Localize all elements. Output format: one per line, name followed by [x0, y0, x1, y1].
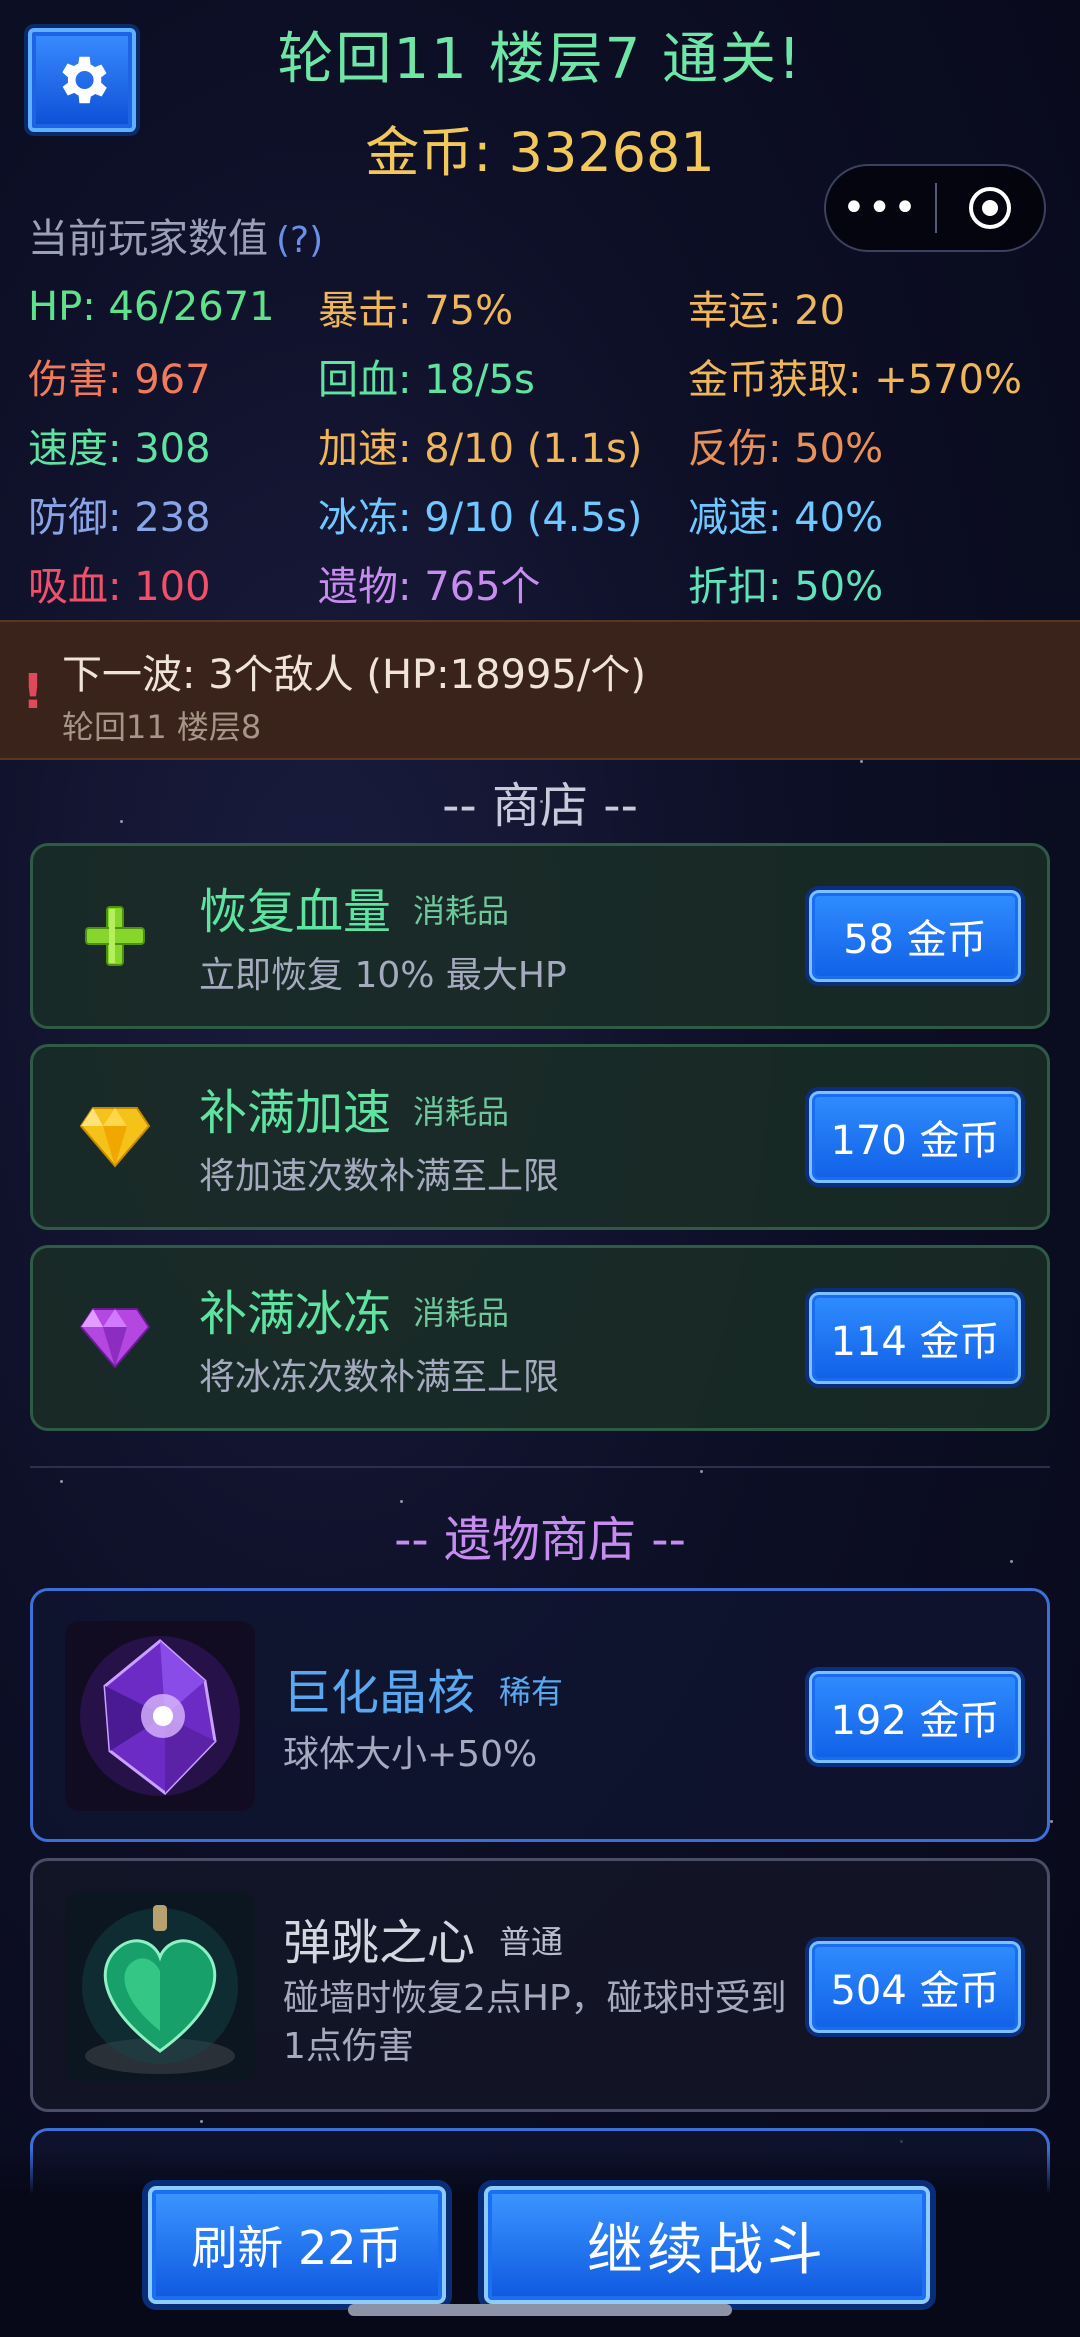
stats-heading: 当前玩家数值 (?): [28, 206, 323, 264]
relic-rarity: 普通: [499, 1923, 564, 1961]
next-wave-text: 下一波: 3个敌人 (HP:18995/个): [62, 652, 646, 698]
alert-icon: !: [22, 664, 44, 720]
refresh-shop-button[interactable]: 刷新 22币: [148, 2186, 446, 2304]
relic-desc: 碰墙时恢复2点HP，碰球时受到1点伤害: [283, 1978, 787, 2067]
item-desc: 立即恢复 10% 最大HP: [199, 955, 567, 996]
section-divider: [30, 1466, 1050, 1468]
close-button[interactable]: [937, 184, 1044, 232]
stat-value: 幸运: 20: [688, 287, 846, 334]
shop-title: -- 商店 --: [442, 778, 638, 834]
item-tag: 消耗品: [413, 1093, 510, 1131]
buy-button[interactable]: 170 金币: [809, 1091, 1021, 1183]
stat-value: 减速: 40%: [688, 494, 884, 541]
stat-row: HP: 46/2671 暴击: 75% 幸运: 20: [28, 272, 1068, 341]
relic-desc: 球体大小+50%: [283, 1734, 538, 1775]
buy-button[interactable]: 504 金币: [809, 1941, 1021, 2033]
more-dots-icon[interactable]: •••: [826, 188, 935, 228]
buy-button[interactable]: 114 金币: [809, 1292, 1021, 1384]
item-tag: 消耗品: [413, 892, 510, 930]
shop-item-restore-hp: 恢复血量 消耗品 立即恢复 10% 最大HP 58 金币: [30, 843, 1050, 1029]
stat-value: 冰冻: 9/10 (4.5s): [318, 494, 643, 541]
stat-row: 伤害: 967 回血: 18/5s 金币获取: +570%: [28, 341, 1068, 410]
stat-value: 防御: 238: [28, 494, 211, 541]
stat-value: 加速: 8/10 (1.1s): [318, 425, 643, 472]
relic-item-giant-core: 巨化晶核 稀有 球体大小+50% 192 金币: [30, 1588, 1050, 1842]
purple-crystal-core-image: [65, 1621, 255, 1811]
page-title: 轮回11 楼层7 通关!: [277, 27, 803, 92]
shop-item-refill-speed: 补满加速 消耗品 将加速次数补满至上限 170 金币: [30, 1044, 1050, 1230]
stat-value: 反伤: 50%: [688, 425, 884, 472]
target-circle-icon: [969, 187, 1012, 229]
shop-item-refill-freeze: 补满冰冻 消耗品 将冰冻次数补满至上限 114 金币: [30, 1245, 1050, 1431]
next-wave-banner: ! 下一波: 3个敌人 (HP:18995/个) 轮回11 楼层8: [0, 620, 1080, 760]
continue-battle-button[interactable]: 继续战斗: [484, 2186, 930, 2304]
item-tag: 消耗品: [413, 1294, 510, 1332]
stat-row: 吸血: 100 遗物: 765个 折扣: 50%: [28, 548, 1068, 617]
next-wave-floor: 轮回11 楼层8: [62, 708, 262, 746]
item-desc: 将加速次数补满至上限: [199, 1156, 560, 1197]
stat-value: 折扣: 50%: [688, 563, 884, 610]
home-indicator: [348, 2304, 732, 2316]
stat-value: HP: 46/2671: [28, 283, 275, 330]
stat-value: 遗物: 765个: [318, 563, 541, 610]
stats-title: 当前玩家数值: [28, 216, 268, 262]
stat-value: 速度: 308: [28, 425, 211, 472]
player-stats-grid: HP: 46/2671 暴击: 75% 幸运: 20 伤害: 967 回血: 18/5s…: [28, 272, 1068, 617]
stat-row: 防御: 238 冰冻: 9/10 (4.5s) 减速: 40%: [28, 479, 1068, 548]
green-heart-pendant-image: [65, 1891, 255, 2081]
relic-item-bounce-heart: 弹跳之心 普通 碰墙时恢复2点HP，碰球时受到1点伤害 504 金币: [30, 1858, 1050, 2112]
item-name: 补满加速: [199, 1085, 392, 1141]
purple-gem-icon: [75, 1298, 155, 1378]
relic-name: 巨化晶核: [283, 1665, 476, 1721]
stat-value: 吸血: 100: [28, 563, 211, 610]
relic-shop-title: -- 遗物商店 --: [394, 1512, 686, 1568]
stat-value: 暴击: 75%: [318, 287, 514, 334]
mini-program-capsule: •••: [824, 164, 1046, 252]
buy-button[interactable]: 192 金币: [809, 1671, 1021, 1763]
item-desc: 将冰冻次数补满至上限: [199, 1357, 560, 1398]
relic-name: 弹跳之心: [283, 1915, 476, 1971]
relic-rarity: 稀有: [499, 1673, 564, 1711]
item-name: 补满冰冻: [199, 1286, 392, 1342]
stat-row: 速度: 308 加速: 8/10 (1.1s) 反伤: 50%: [28, 410, 1068, 479]
stat-value: 回血: 18/5s: [318, 356, 535, 403]
buy-button[interactable]: 58 金币: [809, 890, 1021, 982]
stat-value: 伤害: 967: [28, 356, 211, 403]
stat-value: 金币获取: +570%: [688, 356, 1023, 403]
item-name: 恢复血量: [199, 884, 392, 940]
yellow-gem-icon: [75, 1097, 155, 1177]
green-plus-icon: [75, 896, 155, 976]
stats-help-link[interactable]: (?): [276, 220, 323, 261]
